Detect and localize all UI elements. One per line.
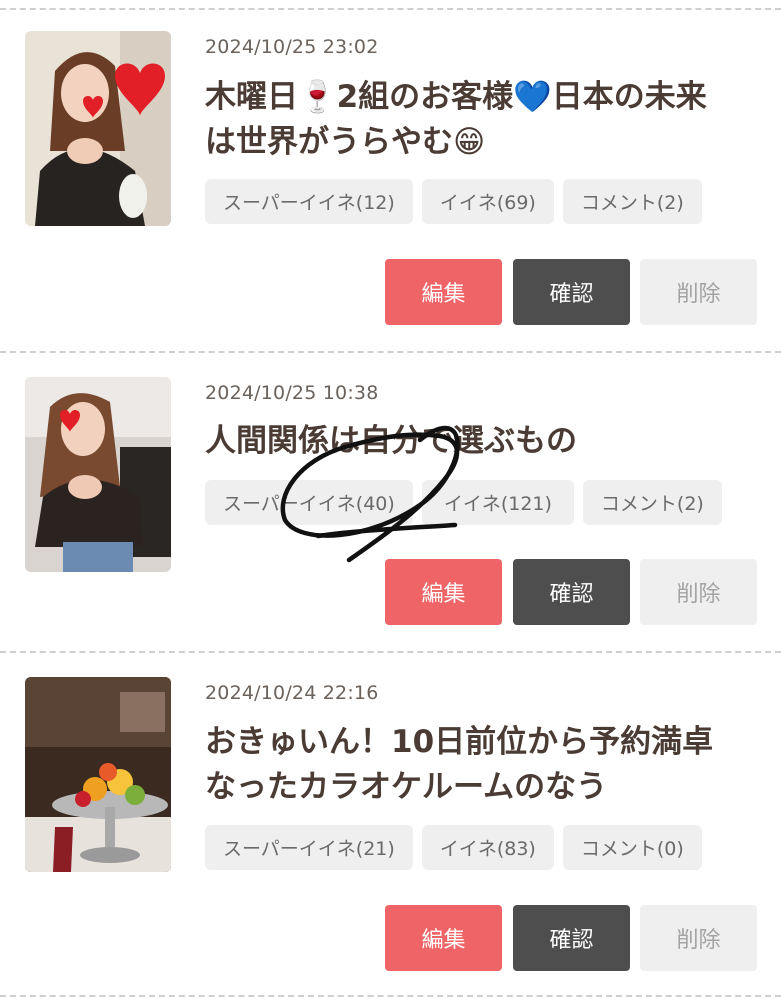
confirm-button[interactable]: 確認 <box>513 905 630 971</box>
post-date: 2024/10/24 22:16 <box>205 682 379 704</box>
reaction-tags: スーパーイイネ(21) イイネ(83) コメント(0) <box>205 825 702 870</box>
super-like-count[interactable]: スーパーイイネ(12) <box>205 179 413 224</box>
post-date: 2024/10/25 10:38 <box>205 382 379 404</box>
post-title-line: なったカラオケルームのなう <box>205 769 608 805</box>
post-title-line: は世界がうらやむ😁 <box>205 124 486 160</box>
reaction-tags: スーパーイイネ(40) イイネ(121) コメント(2) <box>205 480 722 525</box>
like-count[interactable]: イイネ(83) <box>421 825 554 870</box>
post-title-line: おきゅいん！10日前位から予約満卓 <box>205 724 714 760</box>
post-thumbnail[interactable] <box>25 677 171 872</box>
super-like-count[interactable]: スーパーイイネ(40) <box>205 480 413 525</box>
like-count[interactable]: イイネ(121) <box>421 480 574 525</box>
post-divider <box>0 651 781 653</box>
post-title[interactable]: おきゅいん！10日前位から予約満卓 なったカラオケルームのなう <box>205 720 765 810</box>
super-like-count[interactable]: スーパーイイネ(21) <box>205 825 413 870</box>
post-title-line: 人間関係は自分で選ぶもの <box>205 423 577 459</box>
post-thumbnail[interactable] <box>25 31 171 226</box>
like-count[interactable]: イイネ(69) <box>421 179 554 224</box>
post-title[interactable]: 木曜日🍷2組のお客様💙日本の未来 は世界がうらやむ😁 <box>205 75 765 165</box>
bottom-divider <box>0 995 781 997</box>
post-date: 2024/10/25 23:02 <box>205 36 379 58</box>
delete-button[interactable]: 削除 <box>640 905 757 971</box>
post-thumbnail[interactable] <box>25 377 171 572</box>
comment-count[interactable]: コメント(2) <box>582 480 722 525</box>
post-divider <box>0 351 781 353</box>
confirm-button[interactable]: 確認 <box>513 259 630 325</box>
post-title[interactable]: 人間関係は自分で選ぶもの <box>205 419 765 464</box>
comment-count[interactable]: コメント(2) <box>562 179 702 224</box>
delete-button[interactable]: 削除 <box>640 559 757 625</box>
delete-button[interactable]: 削除 <box>640 259 757 325</box>
confirm-button[interactable]: 確認 <box>513 559 630 625</box>
comment-count[interactable]: コメント(0) <box>562 825 702 870</box>
post-title-line: 木曜日🍷2組のお客様💙日本の未来 <box>205 79 707 115</box>
top-divider <box>0 8 781 10</box>
edit-button[interactable]: 編集 <box>385 259 502 325</box>
edit-button[interactable]: 編集 <box>385 559 502 625</box>
edit-button[interactable]: 編集 <box>385 905 502 971</box>
reaction-tags: スーパーイイネ(12) イイネ(69) コメント(2) <box>205 179 702 224</box>
